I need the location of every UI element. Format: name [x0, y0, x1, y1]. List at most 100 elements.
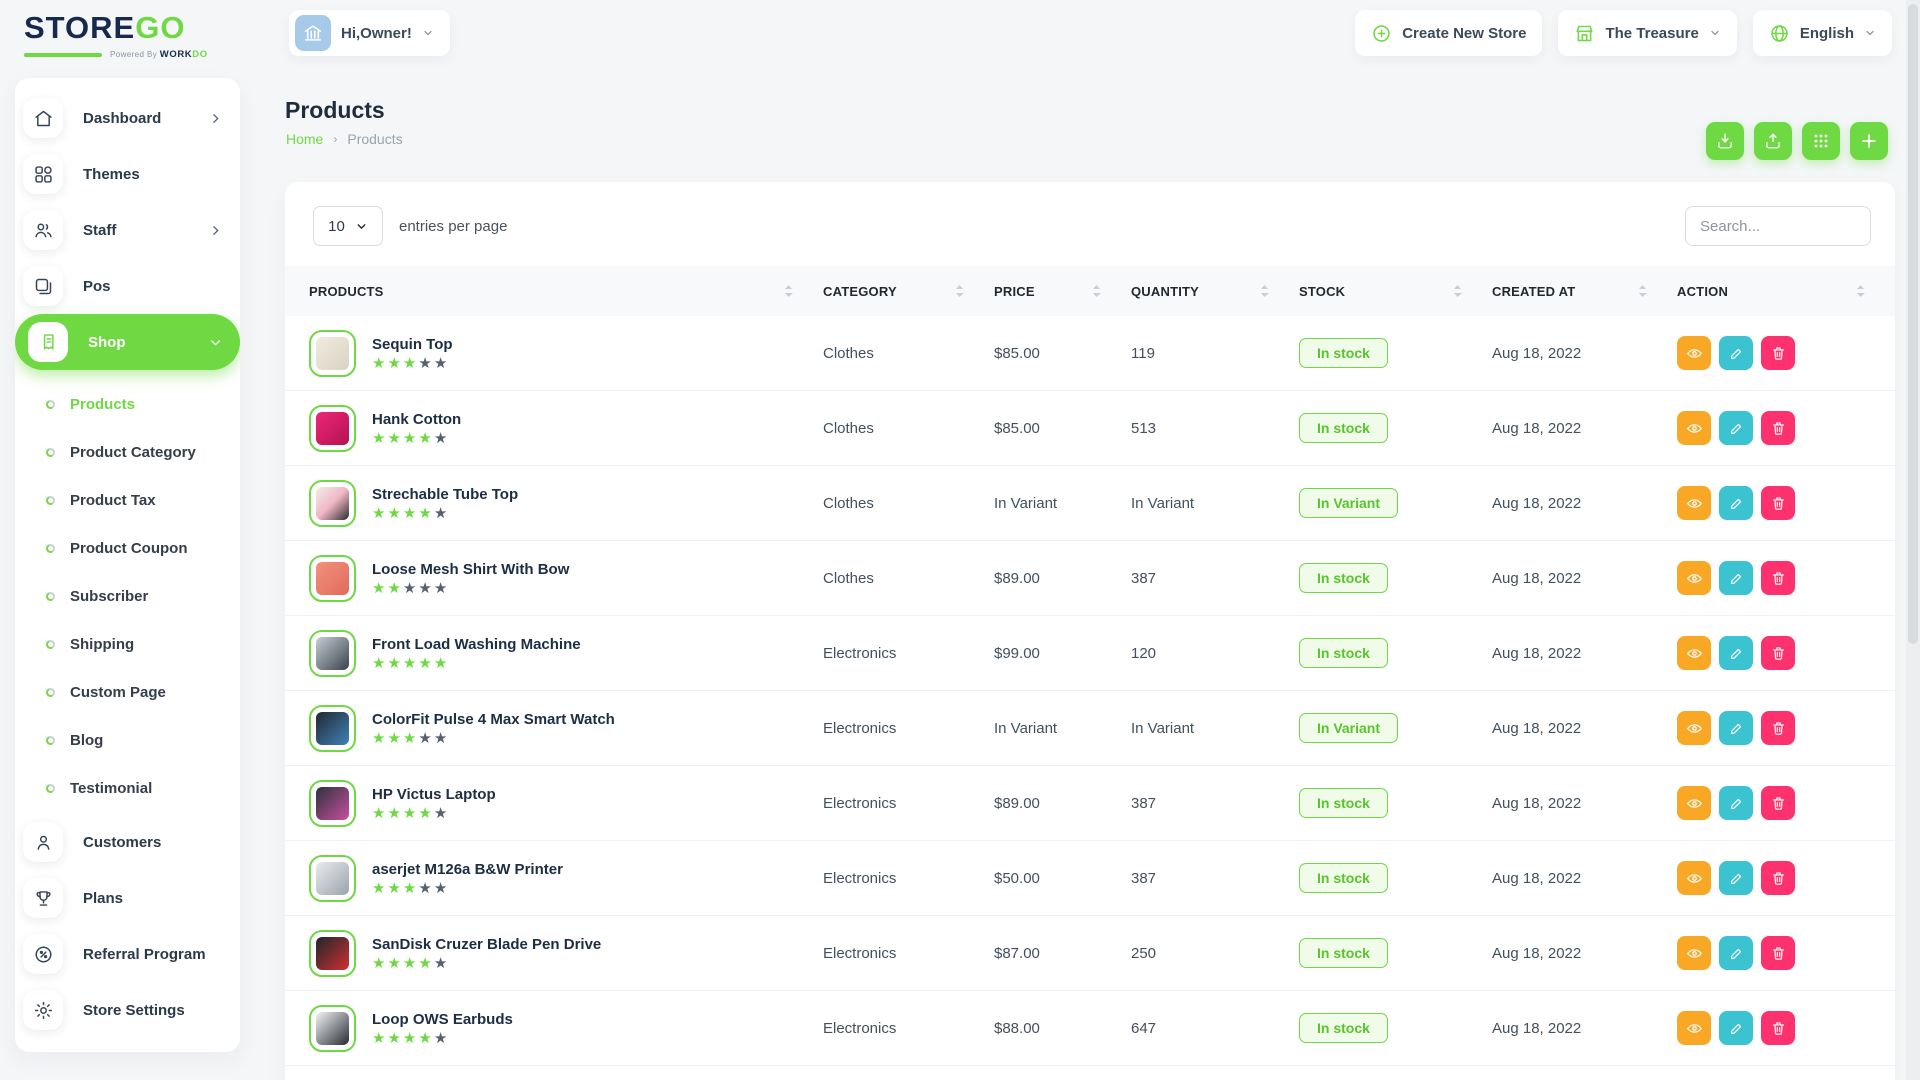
delete-button[interactable] [1761, 1011, 1795, 1045]
delete-button[interactable] [1761, 411, 1795, 445]
product-name[interactable]: Hank Cotton [372, 411, 461, 428]
delete-button[interactable] [1761, 336, 1795, 370]
sort-icon[interactable] [955, 284, 964, 298]
delete-button[interactable] [1761, 936, 1795, 970]
view-button[interactable] [1677, 636, 1711, 670]
sidebar-subitem-product-tax[interactable]: Product Tax [15, 476, 240, 524]
column-header-action[interactable]: ACTION [1677, 284, 1895, 299]
edit-button[interactable] [1719, 1011, 1753, 1045]
grid-view-button[interactable] [1802, 122, 1840, 160]
column-header-created-at[interactable]: CREATED AT [1492, 284, 1677, 299]
product-name[interactable]: HP Victus Laptop [372, 786, 496, 803]
sidebar-subitem-testimonial[interactable]: Testimonial [15, 764, 240, 812]
column-header-quantity[interactable]: QUANTITY [1131, 284, 1299, 299]
sidebar-subitem-product-category[interactable]: Product Category [15, 428, 240, 476]
sidebar-item-dashboard[interactable]: Dashboard [15, 90, 240, 146]
breadcrumb-home-link[interactable]: Home [286, 131, 323, 147]
user-menu[interactable]: Hi,Owner! [289, 10, 450, 56]
view-button[interactable] [1677, 711, 1711, 745]
sidebar-subitem-products[interactable]: Products [15, 380, 240, 428]
sidebar-subitem-product-coupon[interactable]: Product Coupon [15, 524, 240, 572]
storego-logo[interactable]: STOREGO Powered By WORKDO [24, 12, 224, 60]
product-thumbnail[interactable] [309, 705, 356, 752]
row-actions [1677, 486, 1895, 520]
product-name[interactable]: SanDisk Cruzer Blade Pen Drive [372, 936, 601, 953]
sidebar-item-themes[interactable]: Themes [15, 146, 240, 202]
create-new-store-button[interactable]: Create New Store [1355, 10, 1542, 56]
sidebar-item-referral-program[interactable]: Referral Program [15, 926, 240, 982]
edit-button[interactable] [1719, 336, 1753, 370]
edit-button[interactable] [1719, 711, 1753, 745]
column-header-products[interactable]: PRODUCTS [285, 284, 823, 299]
sidebar-subitem-subscriber[interactable]: Subscriber [15, 572, 240, 620]
sidebar-item-staff[interactable]: Staff [15, 202, 240, 258]
product-thumbnail[interactable] [309, 1005, 356, 1052]
delete-button[interactable] [1761, 786, 1795, 820]
edit-button[interactable] [1719, 936, 1753, 970]
page-scrollbar[interactable] [1906, 0, 1920, 1080]
add-product-button[interactable] [1850, 122, 1888, 160]
product-thumbnail[interactable] [309, 330, 356, 377]
sidebar-subitem-custom-page[interactable]: Custom Page [15, 668, 240, 716]
scrollbar-thumb[interactable] [1908, 4, 1918, 644]
column-header-category[interactable]: CATEGORY [823, 284, 994, 299]
product-category: Electronics [823, 645, 994, 662]
pencil-icon [1728, 345, 1745, 362]
edit-button[interactable] [1719, 561, 1753, 595]
import-upload-button[interactable] [1754, 122, 1792, 160]
product-thumbnail[interactable] [309, 930, 356, 977]
view-button[interactable] [1677, 1011, 1711, 1045]
product-thumbnail[interactable] [309, 555, 356, 602]
sidebar-subitem-blog[interactable]: Blog [15, 716, 240, 764]
product-thumbnail[interactable] [309, 405, 356, 452]
delete-button[interactable] [1761, 861, 1795, 895]
sidebar-item-pos[interactable]: Pos [15, 258, 240, 314]
sort-icon[interactable] [1453, 284, 1462, 298]
product-name[interactable]: ColorFit Pulse 4 Max Smart Watch [372, 711, 615, 728]
delete-button[interactable] [1761, 486, 1795, 520]
search-input[interactable] [1685, 206, 1871, 246]
view-button[interactable] [1677, 336, 1711, 370]
sort-icon[interactable] [784, 284, 793, 298]
delete-button[interactable] [1761, 711, 1795, 745]
edit-button[interactable] [1719, 636, 1753, 670]
view-button[interactable] [1677, 786, 1711, 820]
view-button[interactable] [1677, 936, 1711, 970]
sidebar-item-customers[interactable]: Customers [15, 814, 240, 870]
entries-per-page-select[interactable]: 10 [313, 206, 383, 246]
export-download-button[interactable] [1706, 122, 1744, 160]
edit-button[interactable] [1719, 486, 1753, 520]
product-name[interactable]: Strechable Tube Top [372, 486, 518, 503]
edit-button[interactable] [1719, 786, 1753, 820]
view-button[interactable] [1677, 486, 1711, 520]
column-header-price[interactable]: PRICE [994, 284, 1131, 299]
sidebar-item-shop[interactable]: Shop [15, 314, 240, 370]
product-thumbnail[interactable] [309, 480, 356, 527]
edit-button[interactable] [1719, 861, 1753, 895]
product-thumbnail[interactable] [309, 780, 356, 827]
sidebar-item-plans[interactable]: Plans [15, 870, 240, 926]
language-selector[interactable]: English [1753, 10, 1892, 56]
sort-icon[interactable] [1638, 284, 1647, 298]
pencil-icon [1728, 1020, 1745, 1037]
sort-icon[interactable] [1092, 284, 1101, 298]
product-name[interactable]: Loose Mesh Shirt With Bow [372, 561, 569, 578]
product-thumbnail[interactable] [309, 630, 356, 677]
sort-icon[interactable] [1856, 284, 1865, 298]
column-header-stock[interactable]: STOCK [1299, 284, 1492, 299]
sidebar-subitem-shipping[interactable]: Shipping [15, 620, 240, 668]
product-thumbnail[interactable] [309, 855, 356, 902]
sidebar-item-store-settings[interactable]: Store Settings [15, 982, 240, 1038]
view-button[interactable] [1677, 411, 1711, 445]
sort-icon[interactable] [1260, 284, 1269, 298]
view-button[interactable] [1677, 561, 1711, 595]
store-selector[interactable]: The Treasure [1558, 10, 1736, 56]
delete-button[interactable] [1761, 561, 1795, 595]
delete-button[interactable] [1761, 636, 1795, 670]
product-name[interactable]: Sequin Top [372, 336, 453, 353]
product-name[interactable]: Loop OWS Earbuds [372, 1011, 513, 1028]
product-name[interactable]: Front Load Washing Machine [372, 636, 581, 653]
product-name[interactable]: aserjet M126a B&W Printer [372, 861, 563, 878]
view-button[interactable] [1677, 861, 1711, 895]
edit-button[interactable] [1719, 411, 1753, 445]
